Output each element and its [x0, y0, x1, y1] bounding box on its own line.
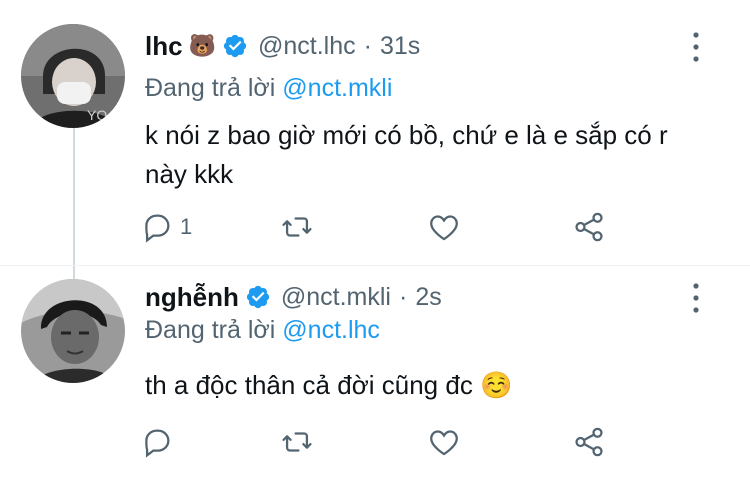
replying-prefix: Đang trả lời — [145, 316, 276, 344]
more-options-button[interactable] — [684, 278, 708, 318]
avatar[interactable] — [21, 279, 125, 383]
tweet-actions — [130, 422, 630, 462]
share-icon — [575, 212, 603, 242]
reply-icon — [145, 429, 170, 458]
tweet-header: lhc 🐻 @nct.lhc · 31s — [145, 27, 420, 65]
reply-icon — [145, 214, 170, 243]
avatar[interactable]: YO — [21, 24, 125, 128]
like-button[interactable] — [427, 207, 467, 247]
more-vertical-icon — [693, 32, 699, 62]
tweet-text: th a độc thân cả đời cũng đc ☺️ — [145, 370, 513, 400]
share-icon — [575, 427, 603, 457]
timestamp[interactable]: 31s — [380, 32, 420, 61]
more-options-button[interactable] — [684, 27, 708, 67]
reply-button[interactable] — [140, 422, 180, 462]
user-handle[interactable]: @nct.mkli — [281, 283, 391, 312]
replying-to: Đang trả lời @nct.lhc — [145, 316, 380, 345]
share-button[interactable] — [572, 207, 606, 247]
separator-dot: · — [398, 282, 408, 311]
reply-button[interactable]: 1 — [140, 207, 192, 247]
tweet-divider — [0, 265, 750, 266]
share-button[interactable] — [572, 422, 606, 462]
replying-prefix: Đang trả lời — [145, 74, 276, 102]
replying-to: Đang trả lời @nct.mkli — [145, 74, 392, 103]
retweet-icon — [282, 432, 312, 452]
name-emoji: 🐻 — [188, 33, 216, 58]
tweet-header: nghễnh @nct.mkli · 2s — [145, 278, 442, 316]
svg-text:YO: YO — [87, 107, 107, 123]
like-button[interactable] — [427, 422, 467, 462]
tweet-text: k nói z bao giờ mới có bồ, chứ e là e sắ… — [145, 120, 668, 189]
heart-icon — [430, 215, 458, 241]
display-name[interactable]: nghễnh — [145, 282, 239, 313]
verified-badge-icon — [222, 33, 248, 59]
heart-icon — [430, 430, 458, 456]
tweet[interactable]: YO lhc 🐻 @nct.lhc · 31s Đang trả lời @nc… — [0, 0, 750, 265]
display-name[interactable]: lhc — [145, 31, 183, 62]
more-vertical-icon — [693, 283, 699, 313]
mention-link[interactable]: @nct.lhc — [282, 316, 380, 344]
retweet-icon — [282, 217, 312, 237]
user-handle[interactable]: @nct.lhc — [258, 32, 356, 61]
retweet-button[interactable] — [280, 207, 320, 247]
reply-count: 1 — [180, 214, 193, 239]
separator-dot: · — [363, 31, 372, 60]
verified-badge-icon — [245, 284, 271, 310]
timestamp[interactable]: 2s — [415, 283, 441, 312]
tweet-actions: 1 — [130, 207, 630, 247]
retweet-button[interactable] — [280, 422, 320, 462]
mention-link[interactable]: @nct.mkli — [282, 74, 392, 102]
